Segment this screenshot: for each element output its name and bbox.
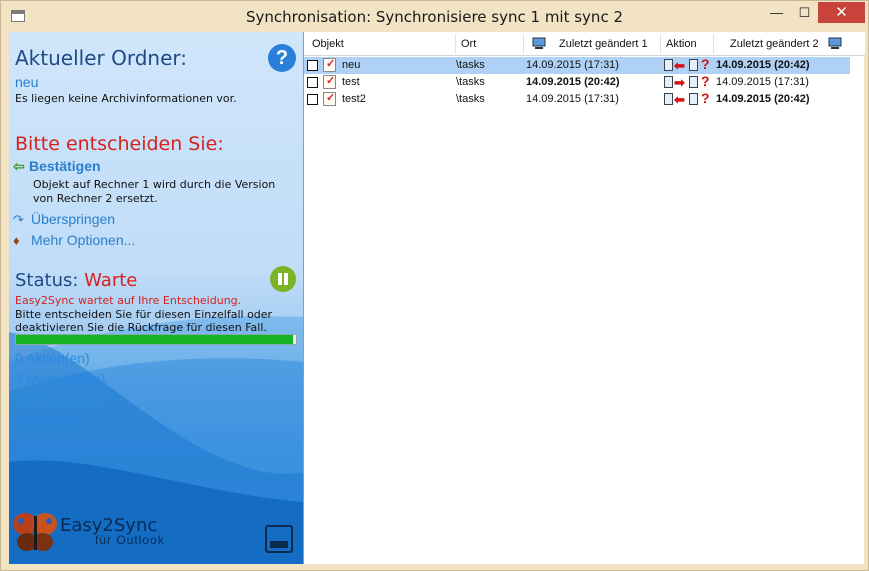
minimize-button[interactable]: — xyxy=(763,2,790,23)
row-checkbox[interactable] xyxy=(307,60,318,71)
row-checkbox[interactable] xyxy=(307,94,318,105)
changed-date-2: 14.09.2015 (20:42) xyxy=(716,93,810,105)
done-percentage: 0% Fertig xyxy=(15,413,75,429)
sync-action[interactable]: ➡? xyxy=(664,73,714,90)
column-divider[interactable] xyxy=(455,34,456,54)
help-icon[interactable]: ? xyxy=(268,44,296,72)
options-icon: ♦ xyxy=(13,233,20,248)
status-heading: Status: Warte xyxy=(15,270,137,291)
changed-date-2: 14.09.2015 (17:31) xyxy=(716,76,809,88)
status-label: Status: xyxy=(15,270,79,291)
object-name: test xyxy=(342,76,360,88)
sync-action[interactable]: ⬅? xyxy=(664,56,714,73)
task-icon xyxy=(323,91,336,106)
sync-window: Synchronisation: Synchronisiere sync 1 m… xyxy=(0,0,869,571)
status-message: Easy2Sync wartet auf Ihre Entscheidung. xyxy=(15,294,242,307)
table-row[interactable]: test\tasks14.09.2015 (20:42)➡?14.09.2015… xyxy=(304,74,851,91)
column-header-location[interactable]: Ort xyxy=(461,38,476,50)
skip-button[interactable]: ↷ Überspringen xyxy=(13,211,115,228)
logo-subtitle: für Outlook xyxy=(95,533,165,547)
skip-label: Überspringen xyxy=(31,211,116,227)
document-2-icon xyxy=(689,59,698,71)
changed-date-1: 14.09.2015 (17:31) xyxy=(526,93,619,105)
confirm-description-1: Objekt auf Rechner 1 wird durch die Vers… xyxy=(33,178,276,191)
task-icon xyxy=(323,74,336,89)
changed-date-1: 14.09.2015 (17:31) xyxy=(526,59,619,71)
document-2-icon xyxy=(689,93,698,105)
confirm-description-2: von Rechner 2 ersetzt. xyxy=(33,192,158,205)
arrow-left-icon: ⬅ xyxy=(674,58,685,73)
collapse-panel-button[interactable] xyxy=(265,525,293,553)
confirm-button[interactable]: ⇦ Bestätigen xyxy=(13,158,101,175)
task-icon xyxy=(323,57,336,72)
changed-date-1: 14.09.2015 (20:42) xyxy=(526,76,620,88)
object-name: neu xyxy=(342,59,361,71)
close-button[interactable]: ✕ xyxy=(818,2,865,23)
more-options-button[interactable]: ♦ Mehr Optionen... xyxy=(13,232,135,248)
title-bar: Synchronisation: Synchronisiere sync 1 m… xyxy=(1,1,868,32)
column-divider[interactable] xyxy=(660,34,661,54)
sync-action[interactable]: ⬅? xyxy=(664,90,714,107)
status-hint: Bitte entscheiden Sie für diesen Einzelf… xyxy=(15,308,295,334)
column-header-action[interactable]: Aktion xyxy=(666,38,697,50)
messages-count: 3 Meldung(en) xyxy=(15,371,106,387)
column-header-changed-2[interactable]: Zuletzt geändert 2 xyxy=(730,38,819,50)
table-header: Objekt Ort Zuletzt geändert 1 Aktion Zul… xyxy=(304,32,865,56)
status-value: Warte xyxy=(84,270,138,291)
archive-info-text: Es liegen keine Archivinformationen vor. xyxy=(15,92,237,105)
question-icon: ? xyxy=(701,56,710,72)
document-1-icon xyxy=(664,76,673,88)
arrow-left-icon: ⬅ xyxy=(674,92,685,107)
arrow-left-icon: ⇦ xyxy=(13,158,25,174)
column-divider[interactable] xyxy=(713,34,714,54)
current-folder-label: Aktueller Ordner: xyxy=(15,46,187,70)
current-folder-name: neu xyxy=(15,74,39,90)
column-header-object[interactable]: Objekt xyxy=(312,38,344,50)
object-name: test2 xyxy=(342,93,366,105)
vertical-scrollbar[interactable] xyxy=(850,56,864,564)
pause-icon[interactable] xyxy=(270,266,296,292)
arrow-right-icon: ➡ xyxy=(674,75,685,90)
butterfly-logo-icon xyxy=(13,513,57,551)
skip-icon: ↷ xyxy=(13,212,24,227)
object-location: \tasks xyxy=(456,93,485,105)
sync-list-panel: Objekt Ort Zuletzt geändert 1 Aktion Zul… xyxy=(303,32,865,564)
maximize-button[interactable]: ☐ xyxy=(791,2,818,23)
problems-count: 39 Problem(e) xyxy=(15,392,104,408)
progress-fill xyxy=(16,335,294,344)
question-icon: ? xyxy=(701,90,710,106)
row-checkbox[interactable] xyxy=(307,77,318,88)
status-hint-line-2: deaktivieren Sie die Rückfrage für diese… xyxy=(15,321,267,334)
document-1-icon xyxy=(664,59,673,71)
confirm-label: Bestätigen xyxy=(29,158,101,174)
document-1-icon xyxy=(664,93,673,105)
object-location: \tasks xyxy=(456,59,485,71)
progress-bar xyxy=(15,334,297,345)
table-row[interactable]: neu\tasks14.09.2015 (17:31)⬅?14.09.2015 … xyxy=(304,57,851,74)
document-2-icon xyxy=(689,76,698,88)
status-hint-line-1: Bitte entscheiden Sie für diesen Einzelf… xyxy=(15,308,273,321)
decide-label: Bitte entscheiden Sie: xyxy=(15,133,224,155)
column-header-changed-1[interactable]: Zuletzt geändert 1 xyxy=(559,38,648,50)
column-divider[interactable] xyxy=(523,34,524,54)
status-panel: Aktueller Ordner: ? neu Es liegen keine … xyxy=(9,32,303,564)
changed-date-2: 14.09.2015 (20:42) xyxy=(716,59,810,71)
actions-count: 0 Aktion(en) xyxy=(15,350,90,366)
object-location: \tasks xyxy=(456,76,485,88)
more-options-label: Mehr Optionen... xyxy=(31,232,136,248)
table-row[interactable]: test2\tasks14.09.2015 (17:31)⬅?14.09.201… xyxy=(304,91,851,108)
computer-1-icon xyxy=(532,37,546,49)
computer-2-icon xyxy=(828,37,842,49)
question-icon: ? xyxy=(701,73,710,89)
window-title: Synchronisation: Synchronisiere sync 1 m… xyxy=(245,8,623,26)
